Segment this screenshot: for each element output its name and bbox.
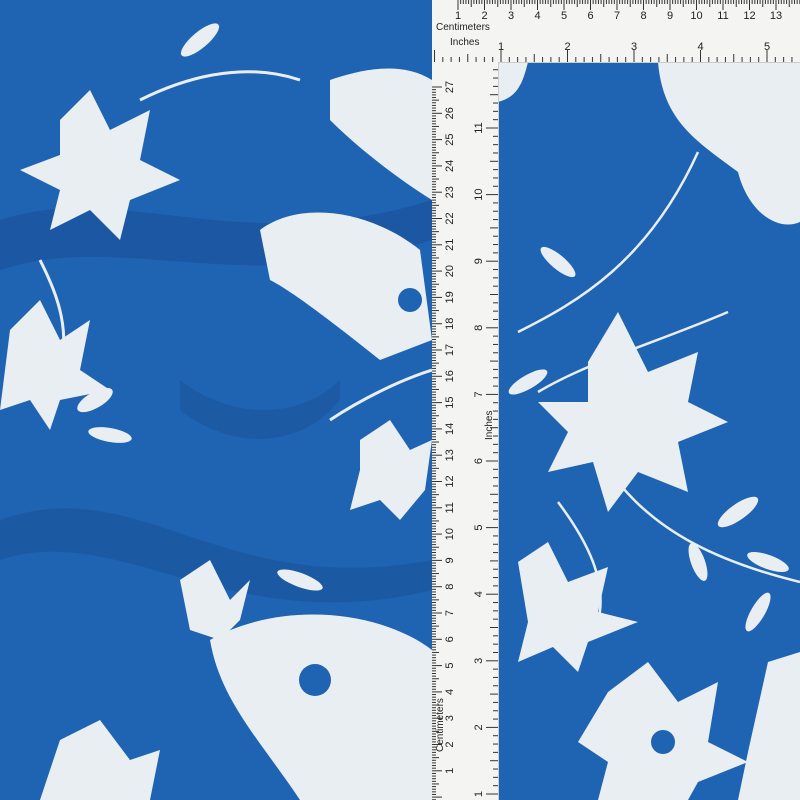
top-cm-tick-label: 13 xyxy=(770,10,782,22)
top-cm-tick-label: 4 xyxy=(534,10,540,22)
draped-fabric-photo xyxy=(0,0,432,800)
top-in-tick-label: 1 xyxy=(498,41,504,53)
side-cm-tick-label: 9 xyxy=(444,557,456,563)
side-cm-tick-label: 2 xyxy=(444,741,456,747)
top-cm-tick-label: 2 xyxy=(481,10,487,22)
side-cm-tick-label: 23 xyxy=(444,186,456,198)
side-in-tick-label: 5 xyxy=(473,525,485,531)
top-in-tick-label: 2 xyxy=(564,41,570,53)
side-cm-tick-label: 27 xyxy=(444,81,456,93)
side-cm-tick-label: 15 xyxy=(444,396,456,408)
top-cm-tick-label: 11 xyxy=(717,10,728,22)
top-cm-tick-label: 1 xyxy=(455,10,461,22)
side-cm-tick-label: 26 xyxy=(444,107,456,119)
top-in-tick-label: 5 xyxy=(764,41,770,53)
side-cm-tick-label: 5 xyxy=(444,663,456,669)
side-in-tick-label: 1 xyxy=(473,791,485,797)
side-cm-tick-label: 25 xyxy=(444,133,456,145)
flat-fabric-swatch xyxy=(498,62,800,800)
top-in-tick-label: 3 xyxy=(631,41,637,53)
side-cm-tick-label: 17 xyxy=(444,344,456,356)
side-cm-tick-label: 7 xyxy=(444,610,456,616)
side-cm-tick-label: 13 xyxy=(444,449,456,461)
side-cm-tick-label: 4 xyxy=(444,689,456,695)
side-cm-tick-label: 8 xyxy=(444,584,456,590)
side-cm-tick-label: 24 xyxy=(444,160,456,172)
side-cm-tick-label: 11 xyxy=(444,502,456,513)
top-cm-tick-label: 9 xyxy=(667,10,673,22)
top-in-tick-label: 4 xyxy=(697,41,703,53)
top-cm-tick-label: 12 xyxy=(743,10,755,22)
side-cm-tick-label: 18 xyxy=(444,318,456,330)
top-centimeters-label: Centimeters xyxy=(436,22,490,33)
side-in-tick-label: 7 xyxy=(473,391,485,397)
side-centimeters-label: Centimeters xyxy=(435,698,446,752)
side-cm-tick-label: 1 xyxy=(444,768,456,774)
side-cm-tick-label: 20 xyxy=(444,265,456,277)
side-in-tick-label: 6 xyxy=(473,458,485,464)
side-cm-tick-label: 21 xyxy=(444,239,456,251)
side-cm-tick-label: 6 xyxy=(444,636,456,642)
side-cm-tick-label: 12 xyxy=(444,475,456,487)
side-in-tick-label: 4 xyxy=(473,591,485,597)
side-cm-tick-label: 14 xyxy=(444,423,456,435)
side-in-tick-label: 3 xyxy=(473,658,485,664)
side-cm-tick-label: 3 xyxy=(444,715,456,721)
top-cm-tick-label: 8 xyxy=(640,10,646,22)
side-in-tick-label: 2 xyxy=(473,724,485,730)
top-inches-label: Inches xyxy=(450,37,480,48)
top-cm-tick-label: 6 xyxy=(587,10,593,22)
side-cm-tick-label: 22 xyxy=(444,212,456,224)
top-cm-tick-label: 7 xyxy=(614,10,620,22)
top-cm-tick-label: 3 xyxy=(508,10,514,22)
side-in-tick-label: 8 xyxy=(473,325,485,331)
side-cm-tick-label: 16 xyxy=(444,370,456,382)
top-cm-tick-label: 5 xyxy=(561,10,567,22)
side-inches-label: Inches xyxy=(484,410,495,440)
side-in-tick-label: 9 xyxy=(473,258,485,264)
side-cm-tick-label: 10 xyxy=(444,528,456,540)
side-in-tick-label: 10 xyxy=(473,188,485,200)
side-in-tick-label: 11 xyxy=(473,122,485,133)
side-cm-tick-label: 19 xyxy=(444,291,456,303)
top-cm-tick-label: 10 xyxy=(690,10,702,22)
